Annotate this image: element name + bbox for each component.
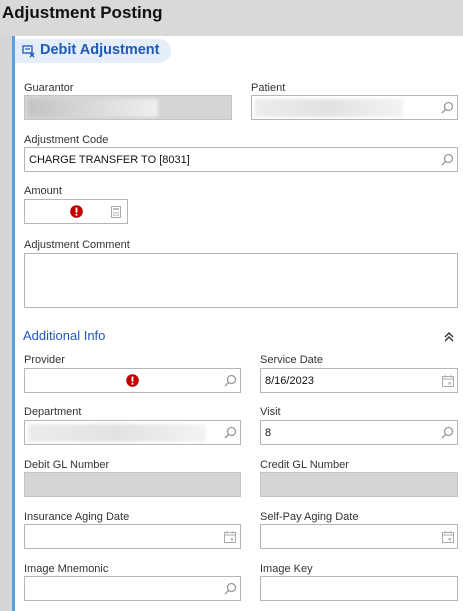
error-icon [126,374,139,387]
visit-value: 8 [265,427,272,439]
adjustment-comment-label: Adjustment Comment [24,239,130,251]
department-label: Department [24,406,82,418]
adjustment-comment-textarea[interactable] [24,253,458,308]
visit-label: Visit [260,406,281,418]
search-icon[interactable] [441,153,454,166]
credit-gl-number-field[interactable] [260,472,458,497]
department-redacted [28,424,206,442]
self-pay-aging-date-field[interactable] [260,524,458,549]
calendar-icon[interactable] [442,531,454,543]
adjustment-code-field[interactable]: CHARGE TRANSFER TO [8031] [24,147,458,172]
guarantor-redacted [28,99,158,117]
service-date-label: Service Date [260,354,323,366]
patient-label: Patient [251,82,286,94]
guarantor-label: Guarantor [24,82,74,94]
search-icon[interactable] [224,426,237,439]
debit-gl-number-field[interactable] [24,472,241,497]
image-key-label: Image Key [260,563,313,575]
patient-field[interactable] [251,95,458,120]
insurance-aging-date-label: Insurance Aging Date [24,511,130,523]
image-key-field[interactable] [260,576,458,601]
guarantor-field[interactable] [24,95,232,120]
patient-redacted [255,99,403,117]
search-icon[interactable] [224,374,237,387]
search-icon[interactable] [224,582,237,595]
department-field[interactable] [24,420,241,445]
calculator-icon[interactable] [111,206,121,218]
image-mnemonic-label: Image Mnemonic [24,563,109,575]
adjustment-code-value: CHARGE TRANSFER TO [8031] [29,154,190,166]
page-title: Adjustment Posting [2,3,163,22]
adjustment-code-label: Adjustment Code [24,134,109,146]
debit-adjustment-icon [22,45,35,58]
search-icon[interactable] [441,101,454,114]
provider-label: Provider [24,354,65,366]
provider-field[interactable] [24,368,241,393]
credit-gl-number-label: Credit GL Number [260,459,349,471]
amount-label: Amount [24,185,62,197]
chevron-double-up-icon[interactable] [443,331,455,343]
amount-field[interactable] [24,199,128,224]
section-title: Debit Adjustment [40,42,160,58]
error-icon [70,205,83,218]
search-icon[interactable] [441,426,454,439]
insurance-aging-date-field[interactable] [24,524,241,549]
service-date-field[interactable]: 8/16/2023 [260,368,458,393]
calendar-icon[interactable] [442,375,454,387]
image-mnemonic-field[interactable] [24,576,241,601]
service-date-value: 8/16/2023 [265,375,314,387]
visit-field[interactable]: 8 [260,420,458,445]
section-accent-bar [12,36,15,611]
additional-info-title: Additional Info [23,328,106,343]
debit-gl-number-label: Debit GL Number [24,459,110,471]
calendar-icon[interactable] [224,531,236,543]
self-pay-aging-date-label: Self-Pay Aging Date [260,511,359,523]
